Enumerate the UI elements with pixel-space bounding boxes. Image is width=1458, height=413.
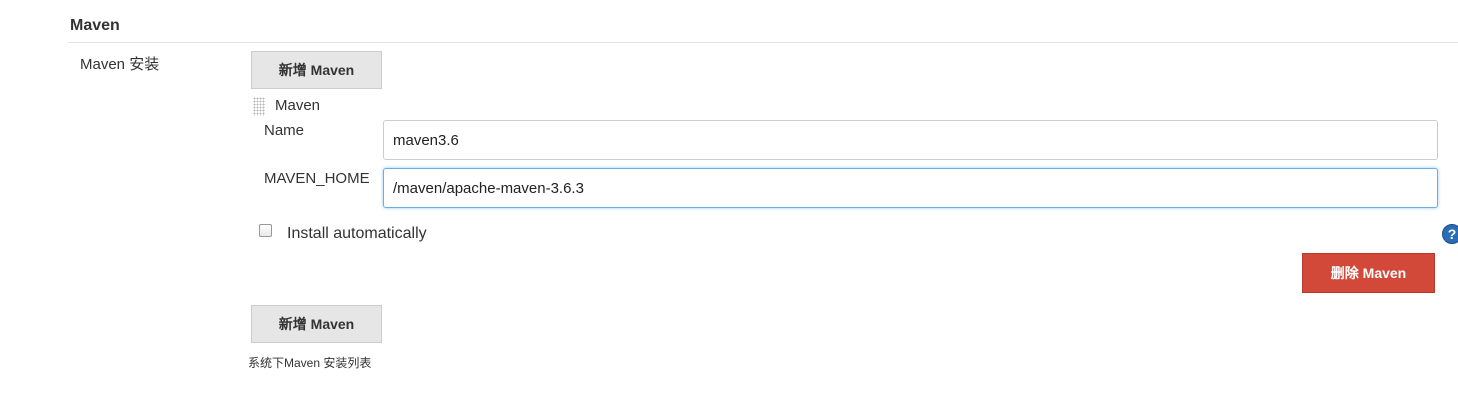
delete-maven-button[interactable]: 删除 Maven: [1302, 253, 1435, 293]
maven-installations-label: Maven 安装: [80, 56, 160, 73]
maven-installations-description: 系统下Maven 安装列表: [248, 356, 372, 370]
drag-handle-icon[interactable]: [253, 97, 265, 116]
installation-title: Maven: [275, 97, 321, 114]
maven-home-input[interactable]: [383, 168, 1438, 208]
help-icon[interactable]: ?: [1442, 224, 1458, 244]
add-maven-button[interactable]: 新增 Maven: [251, 51, 382, 89]
maven-home-label: MAVEN_HOME: [264, 170, 370, 187]
section-divider: [68, 42, 1458, 43]
section-title: Maven: [70, 17, 120, 34]
install-automatically-label: Install automatically: [287, 225, 427, 242]
name-label: Name: [264, 122, 305, 139]
add-maven-button-bottom[interactable]: 新增 Maven: [251, 305, 382, 343]
name-input[interactable]: [383, 120, 1438, 160]
install-automatically-checkbox[interactable]: [259, 224, 272, 237]
